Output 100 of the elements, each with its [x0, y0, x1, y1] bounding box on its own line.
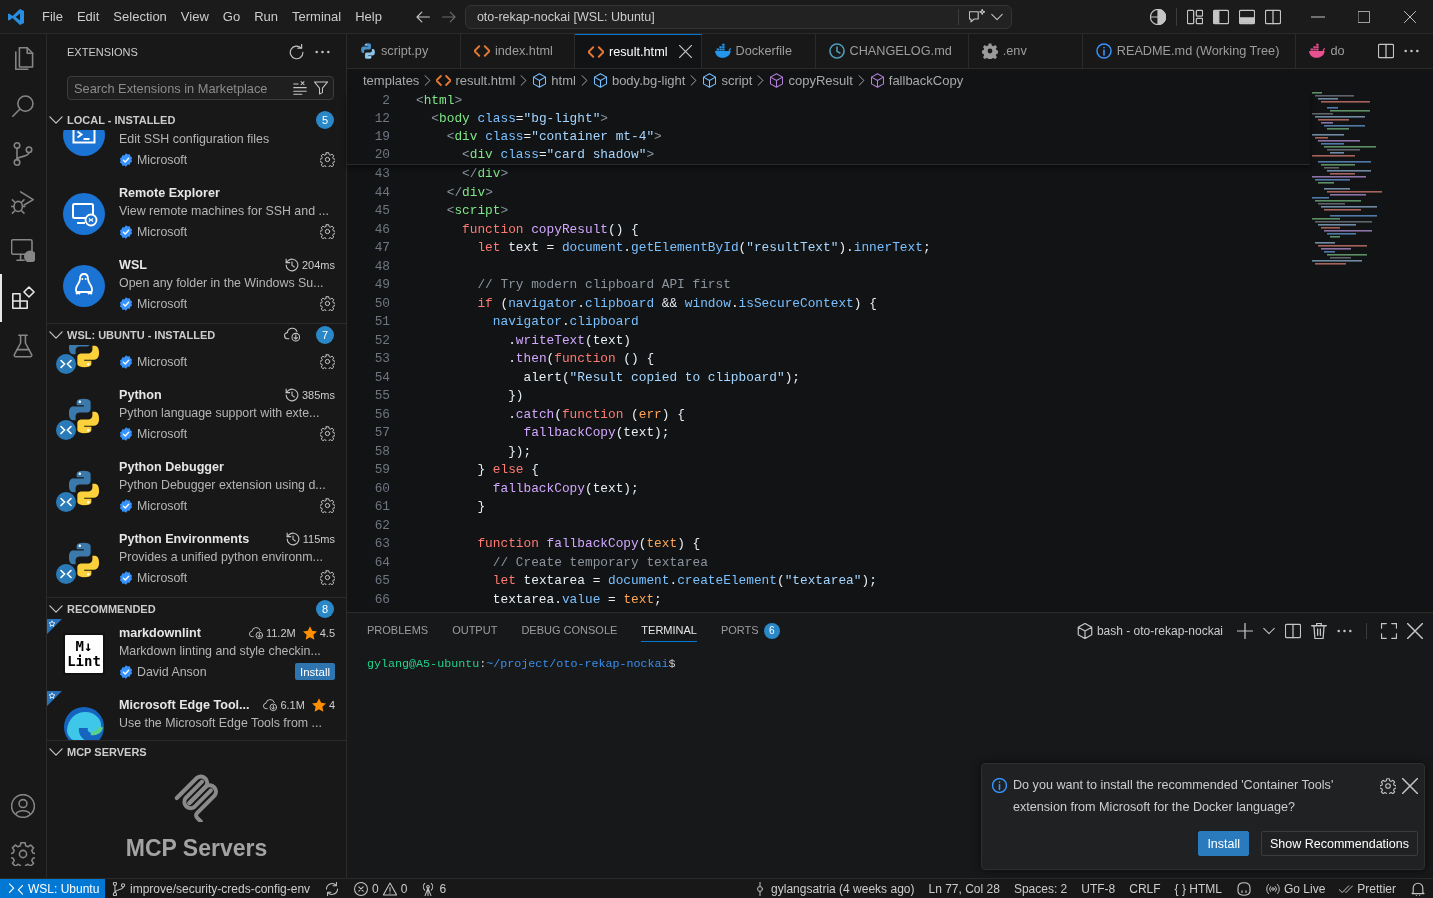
extension-name[interactable]: WSL: [119, 257, 147, 272]
maximize-icon[interactable]: [1381, 622, 1397, 639]
flask-icon[interactable]: [11, 334, 35, 358]
close-icon[interactable]: [1402, 778, 1418, 794]
panel-tab[interactable]: DEBUG CONSOLE: [521, 619, 618, 642]
settings-icon[interactable]: [320, 426, 335, 441]
bell-icon[interactable]: [1411, 881, 1425, 896]
more-icon[interactable]: [1337, 628, 1352, 633]
status-item[interactable]: gylangsatria (4 weeks ago): [746, 879, 922, 898]
menu-item[interactable]: Terminal: [285, 6, 349, 27]
minimize-icon[interactable]: [1311, 15, 1325, 18]
install-button[interactable]: Install: [294, 663, 335, 680]
status-item[interactable]: Go Live: [1258, 879, 1333, 898]
sync-icon[interactable]: [325, 881, 340, 896]
chevron-down-icon[interactable]: [990, 12, 1003, 21]
extension-name[interactable]: Python Debugger: [119, 459, 224, 474]
breadcrumb-item[interactable]: templates: [363, 73, 420, 88]
split-editor-icon[interactable]: [1378, 43, 1394, 59]
sidebar-right-icon[interactable]: [1265, 8, 1281, 25]
settings-icon[interactable]: [320, 354, 335, 369]
section-header[interactable]: LOCAL - INSTALLED 5: [47, 108, 346, 130]
menu-item[interactable]: Edit: [69, 6, 107, 27]
problems-status[interactable]: 0 0: [347, 879, 415, 898]
settings-icon[interactable]: [320, 152, 335, 167]
breadcrumb-item[interactable]: result.html: [455, 73, 516, 88]
primary-action-button[interactable]: Install: [1198, 831, 1250, 856]
status-item[interactable]: Spaces: 2: [1006, 879, 1075, 898]
panel-tab[interactable]: PORTS: [720, 619, 759, 642]
split-panel-icon[interactable]: [1285, 622, 1301, 639]
search-icon[interactable]: [11, 94, 35, 118]
publisher-name[interactable]: Microsoft: [137, 354, 188, 369]
refresh-icon[interactable]: [289, 43, 305, 60]
chevron-down-icon[interactable]: [1263, 626, 1275, 635]
close-icon[interactable]: [1404, 10, 1416, 23]
panel-tab[interactable]: TERMINAL: [641, 619, 697, 642]
editor-tab[interactable]: result.html: [575, 34, 702, 68]
breadcrumb-item[interactable]: body.bg-light: [611, 73, 686, 88]
more-icon[interactable]: [315, 49, 330, 54]
search-field[interactable]: Search Extensions in Marketplace: [67, 76, 334, 100]
status-item[interactable]: 6: [414, 879, 454, 898]
breadcrumb-item[interactable]: copyResult: [788, 73, 853, 88]
settings-icon[interactable]: [320, 296, 335, 311]
sidebar-left-icon[interactable]: [1213, 8, 1229, 25]
menu-item[interactable]: Selection: [106, 6, 174, 27]
filter-icon[interactable]: [314, 81, 328, 95]
plus-icon[interactable]: [1237, 622, 1253, 639]
menu-item[interactable]: Run: [247, 6, 285, 27]
section-header[interactable]: WSL: UBUNTU - INSTALLED 7: [47, 323, 346, 345]
extension-name[interactable]: Python: [119, 387, 162, 402]
menu-item[interactable]: View: [173, 6, 216, 27]
layout-icon[interactable]: [1187, 8, 1203, 25]
secondary-action-button[interactable]: Show Recommendations: [1261, 831, 1418, 856]
extension-name[interactable]: Remote Explorer: [119, 185, 220, 200]
extension-name[interactable]: Microsoft Edge Tool...: [119, 697, 250, 712]
status-item[interactable]: Prettier: [1332, 879, 1403, 898]
status-item[interactable]: { } HTML: [1167, 879, 1229, 898]
more-icon[interactable]: [1404, 49, 1419, 53]
settings-icon[interactable]: [1380, 778, 1396, 794]
cloud-download-icon[interactable]: [284, 327, 300, 342]
breadcrumb-item[interactable]: html: [551, 73, 576, 88]
status-item[interactable]: improve/security-creds-config-env: [105, 879, 318, 898]
breadcrumb-item[interactable]: fallbackCopy: [888, 73, 964, 88]
blocks-icon[interactable]: [11, 286, 35, 310]
settings-icon[interactable]: [11, 842, 35, 866]
section-header[interactable]: MCP SERVERS: [47, 740, 346, 762]
menu-item[interactable]: Help: [348, 6, 389, 27]
section-header[interactable]: RECOMMENDED 8: [47, 597, 346, 619]
chat-sparkle-icon[interactable]: [968, 8, 985, 25]
settings-icon[interactable]: [320, 570, 335, 585]
trash-icon[interactable]: [1311, 622, 1327, 639]
extension-name[interactable]: markdownlint: [119, 625, 201, 640]
status-item[interactable]: UTF-8: [1074, 879, 1123, 898]
clear-list-icon[interactable]: [293, 81, 307, 95]
publisher-name[interactable]: Microsoft: [137, 498, 188, 513]
status-item[interactable]: CRLF: [1122, 879, 1168, 898]
play-bug-icon[interactable]: [11, 190, 35, 214]
settings-icon[interactable]: [320, 498, 335, 513]
menu-item[interactable]: File: [35, 6, 70, 27]
account-icon[interactable]: [11, 794, 35, 818]
publisher-name[interactable]: Microsoft: [137, 152, 188, 167]
publisher-name[interactable]: Microsoft: [137, 296, 188, 311]
monitor-icon[interactable]: [11, 238, 35, 262]
panel-tab[interactable]: PROBLEMS: [367, 619, 429, 642]
publisher-name[interactable]: Microsoft: [137, 570, 188, 585]
status-item[interactable]: Ln 77, Col 28: [921, 879, 1007, 898]
panel-tab[interactable]: OUTPUT: [452, 619, 498, 642]
publisher-name[interactable]: Microsoft: [137, 426, 188, 441]
close-icon[interactable]: [1407, 622, 1423, 639]
terminal-name[interactable]: bash - oto-rekap-nockai: [1096, 623, 1223, 638]
breadcrumb-item[interactable]: script: [721, 73, 753, 88]
robot-face-icon[interactable]: [1236, 881, 1251, 896]
extension-name[interactable]: Python Environments: [119, 531, 250, 546]
maximize-icon[interactable]: [1358, 10, 1370, 23]
remote-indicator[interactable]: WSL: Ubuntu: [0, 879, 105, 898]
command-center[interactable]: oto-rekap-nockai [WSL: Ubuntu]: [464, 4, 1012, 29]
branch-icon[interactable]: [11, 142, 35, 166]
settings-icon[interactable]: [320, 224, 335, 239]
publisher-name[interactable]: Microsoft: [137, 224, 188, 239]
panel-bottom-icon[interactable]: [1239, 8, 1255, 25]
close-icon[interactable]: [678, 45, 692, 58]
